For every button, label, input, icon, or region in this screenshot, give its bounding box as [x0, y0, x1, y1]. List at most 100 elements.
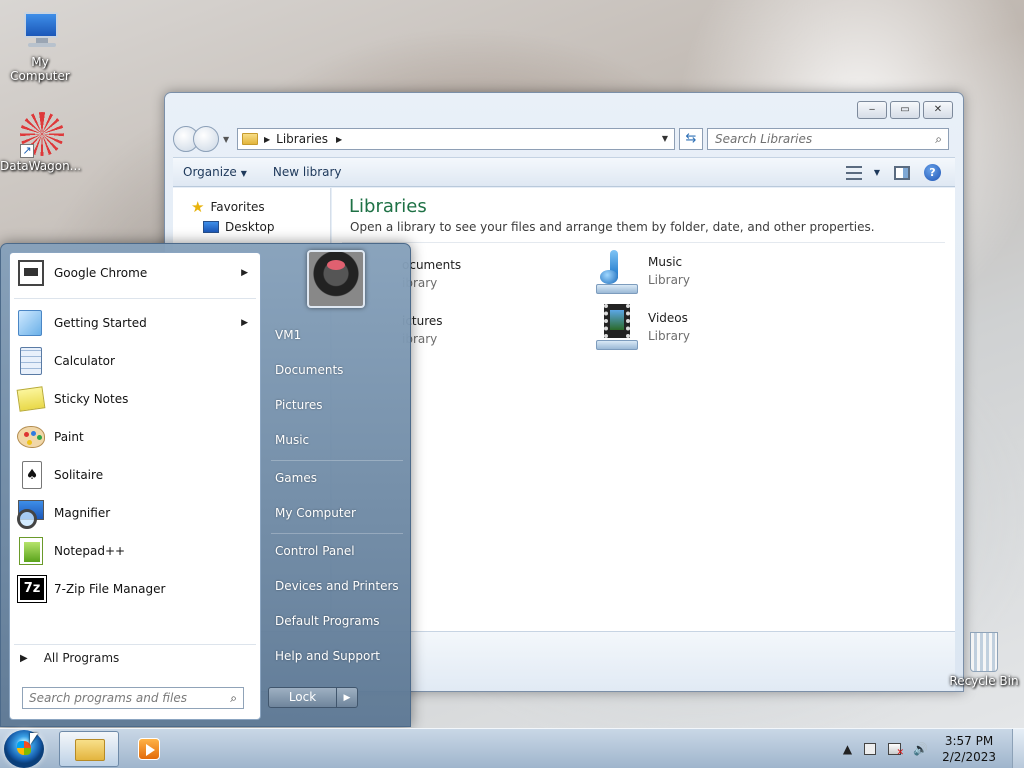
- search-placeholder: Search programs and files: [29, 691, 187, 705]
- window-controls: ‒ ▭ ✕: [857, 101, 953, 119]
- 7zip-icon: 7z: [16, 574, 47, 604]
- desktop-icon-label: DataWagon...: [0, 159, 82, 173]
- start-item-devices-printers[interactable]: Devices and Printers: [275, 579, 399, 593]
- divider: [271, 460, 403, 461]
- recent-pages-dropdown[interactable]: ▼: [223, 135, 233, 144]
- show-hidden-icons-icon[interactable]: ▲: [843, 742, 852, 756]
- divider: [271, 533, 403, 534]
- program-paint[interactable]: Paint: [12, 419, 258, 455]
- start-search-input[interactable]: Search programs and files ⌕: [22, 687, 244, 709]
- library-videos[interactable]: Videos Library: [594, 304, 690, 350]
- page-subtitle: Open a library to see your files and arr…: [350, 220, 875, 234]
- program-label: Calculator: [54, 354, 115, 368]
- command-bar: Organize ▼ New library ▼ ?: [173, 157, 955, 187]
- forward-button[interactable]: [193, 126, 219, 152]
- start-item-documents[interactable]: Documents: [275, 363, 343, 377]
- desktop-icon-datawagon[interactable]: ↗ DataWagon...: [0, 112, 82, 173]
- libraries-folder-icon: [242, 133, 258, 145]
- program-label: Paint: [54, 430, 84, 444]
- organize-button[interactable]: Organize ▼: [183, 165, 247, 179]
- divider: [14, 644, 256, 645]
- start-menu-places-pane: VM1 Documents Pictures Music Games My Co…: [263, 244, 411, 728]
- media-player-icon: [138, 738, 160, 760]
- organize-label: Organize: [183, 165, 237, 179]
- start-button[interactable]: [4, 730, 44, 768]
- program-label: Notepad++: [54, 544, 126, 558]
- program-google-chrome[interactable]: Google Chrome ▶: [12, 255, 258, 291]
- minimize-button[interactable]: ‒: [857, 101, 887, 119]
- start-item-control-panel[interactable]: Control Panel: [275, 544, 355, 558]
- chrome-icon: [16, 258, 46, 288]
- breadcrumb-libraries[interactable]: Libraries: [276, 132, 328, 146]
- search-icon[interactable]: ⌕: [230, 688, 237, 708]
- start-item-user[interactable]: VM1: [275, 328, 301, 342]
- program-notepadpp[interactable]: Notepad++: [12, 533, 258, 569]
- action-center-icon[interactable]: [888, 743, 904, 758]
- submenu-arrow-icon[interactable]: ▶: [241, 318, 248, 328]
- taskbar-media-player-button[interactable]: [126, 731, 174, 767]
- program-label: Google Chrome: [54, 266, 148, 280]
- taskbar-explorer-button[interactable]: [59, 731, 119, 767]
- mouse-cursor-icon: [30, 733, 38, 745]
- refresh-button[interactable]: ⇆: [679, 128, 703, 150]
- start-item-music[interactable]: Music: [275, 433, 309, 447]
- library-type: Library: [648, 329, 690, 343]
- breadcrumb-arrow-icon[interactable]: ▶: [336, 135, 342, 144]
- desktop-icon-recycle-bin[interactable]: Recycle Bin: [944, 632, 1024, 688]
- all-programs-button[interactable]: ▶ All Programs: [20, 651, 119, 665]
- nav-item-desktop[interactable]: Desktop: [203, 220, 330, 234]
- breadcrumb-arrow-icon[interactable]: ▶: [264, 135, 270, 144]
- library-type: Library: [648, 273, 690, 287]
- nav-item-favorites[interactable]: ★ Favorites: [191, 198, 330, 216]
- folder-icon: [75, 739, 105, 761]
- content-pane: Libraries Open a library to see your fil…: [332, 188, 955, 631]
- lock-button[interactable]: Lock ▶: [268, 687, 358, 708]
- taskbar: ▲ 🔊 3:57 PM 2/2/2023: [0, 728, 1024, 768]
- program-label: Sticky Notes: [54, 392, 129, 406]
- program-7zip[interactable]: 7z 7-Zip File Manager: [12, 571, 258, 607]
- volume-icon[interactable]: 🔊: [913, 742, 928, 756]
- new-library-button[interactable]: New library: [273, 165, 342, 179]
- notepadpp-icon: [16, 536, 46, 566]
- help-icon[interactable]: ?: [924, 164, 941, 181]
- library-music[interactable]: Music Library: [594, 248, 690, 294]
- program-getting-started[interactable]: Getting Started ▶: [12, 305, 258, 341]
- arrow-right-icon: ▶: [20, 652, 28, 664]
- start-menu: Google Chrome ▶ Getting Started ▶ Calcul…: [0, 243, 411, 727]
- network-icon[interactable]: [864, 743, 877, 755]
- start-item-pictures[interactable]: Pictures: [275, 398, 323, 412]
- lock-label: Lock: [269, 688, 337, 707]
- start-item-my-computer[interactable]: My Computer: [275, 506, 356, 520]
- start-menu-programs-pane: Google Chrome ▶ Getting Started ▶ Calcul…: [9, 252, 261, 720]
- program-calculator[interactable]: Calculator: [12, 343, 258, 379]
- address-bar[interactable]: ▶ Libraries ▶ ▼: [237, 128, 675, 150]
- address-dropdown-icon[interactable]: ▼: [662, 134, 668, 143]
- maximize-button[interactable]: ▭: [890, 101, 920, 119]
- desktop-icon-label: Recycle Bin: [949, 674, 1019, 688]
- start-item-help-support[interactable]: Help and Support: [275, 649, 380, 663]
- program-magnifier[interactable]: Magnifier: [12, 495, 258, 531]
- show-desktop-button[interactable]: [1012, 729, 1024, 768]
- program-sticky-notes[interactable]: Sticky Notes: [12, 381, 258, 417]
- magnifier-icon: [16, 498, 46, 529]
- change-view-button[interactable]: ▼: [845, 165, 880, 180]
- search-libraries-input[interactable]: Search Libraries ⌕: [707, 128, 949, 150]
- computer-icon: [16, 8, 64, 52]
- close-button[interactable]: ✕: [923, 101, 953, 119]
- divider: [342, 242, 945, 243]
- view-icon: [845, 165, 862, 180]
- preview-pane-icon[interactable]: [894, 165, 910, 180]
- search-icon[interactable]: ⌕: [935, 132, 942, 147]
- start-item-default-programs[interactable]: Default Programs: [275, 614, 380, 628]
- paint-icon: [16, 422, 46, 452]
- star-icon: ★: [191, 198, 205, 216]
- taskbar-clock[interactable]: 3:57 PM 2/2/2023: [942, 733, 996, 765]
- desktop-icon-my-computer[interactable]: My Computer: [0, 8, 80, 83]
- shutdown-options-arrow-icon[interactable]: ▶: [337, 693, 357, 703]
- submenu-arrow-icon[interactable]: ▶: [241, 268, 248, 278]
- start-item-games[interactable]: Games: [275, 471, 317, 485]
- clock-time: 3:57 PM: [944, 734, 994, 748]
- library-name: Videos: [648, 311, 688, 325]
- user-avatar[interactable]: [307, 250, 365, 308]
- program-solitaire[interactable]: ♠ Solitaire: [12, 457, 258, 493]
